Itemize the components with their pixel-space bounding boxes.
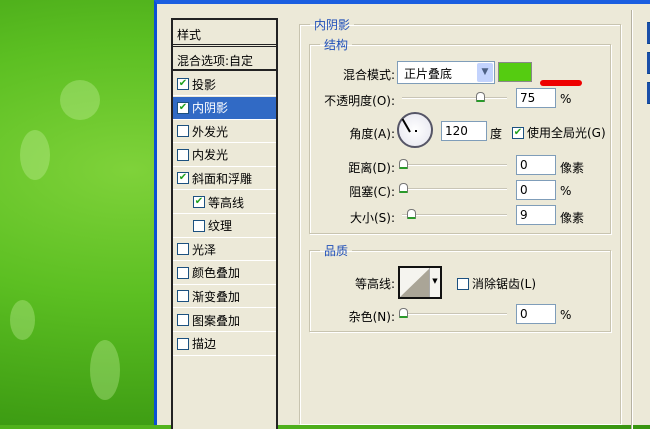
choke-label: 阻塞(C):	[349, 185, 395, 199]
style-item-label: 等高线	[208, 195, 245, 210]
anti-alias-label: 消除锯齿(L)	[472, 277, 537, 291]
blend-mode-select[interactable]: 正片叠底 ▼	[397, 61, 495, 84]
checkbox-icon[interactable]	[193, 219, 205, 232]
angle-input[interactable]: 120	[441, 121, 487, 141]
blend-mode-label: 混合模式:	[342, 68, 395, 82]
structure-title: 结构	[324, 38, 349, 52]
styles-header[interactable]: 样式	[173, 20, 276, 47]
distance-unit: 像素	[560, 161, 585, 175]
style-item[interactable]: 纹理	[173, 215, 276, 238]
checkbox-icon[interactable]: ✔	[193, 196, 205, 208]
choke-slider[interactable]	[399, 183, 507, 193]
style-item-label: 内发光	[192, 148, 229, 163]
style-item-label: 描边	[192, 337, 217, 352]
checkbox-icon[interactable]: ✔	[177, 172, 189, 185]
style-item-label: 内阴影	[192, 101, 229, 116]
quality-title: 品质	[324, 244, 349, 258]
shadow-color-swatch[interactable]	[498, 62, 532, 82]
distance-slider-thumb[interactable]	[399, 159, 408, 169]
angle-label: 角度(A):	[349, 127, 395, 141]
size-label: 大小(S):	[349, 211, 395, 225]
style-item[interactable]: 内发光	[173, 144, 276, 167]
distance-slider[interactable]	[399, 159, 507, 169]
style-item[interactable]: 颜色叠加	[173, 262, 276, 285]
style-item-label: 纹理	[208, 219, 233, 234]
size-unit: 像素	[560, 211, 585, 225]
size-slider-thumb[interactable]	[407, 209, 416, 219]
opacity-label: 不透明度(O):	[324, 94, 395, 108]
size-input[interactable]: 9	[516, 205, 556, 225]
style-item[interactable]: 图案叠加	[173, 309, 276, 332]
opacity-input[interactable]: 75	[516, 88, 556, 108]
choke-input[interactable]: 0	[516, 180, 556, 200]
noise-label: 杂色(N):	[348, 310, 395, 324]
style-item[interactable]: ✔ 等高线	[173, 191, 276, 214]
noise-slider-thumb[interactable]	[399, 308, 408, 318]
style-item-label: 颜色叠加	[192, 266, 241, 281]
style-item[interactable]: ✔ 内阴影	[173, 96, 276, 120]
contour-preview-icon	[400, 268, 430, 297]
opacity-slider-thumb[interactable]	[475, 92, 485, 102]
blend-mode-value: 正片叠底	[404, 67, 453, 81]
chevron-down-icon: ▼	[429, 268, 440, 297]
style-item[interactable]: 外发光	[173, 120, 276, 144]
style-item-label: 渐变叠加	[192, 289, 241, 304]
style-item[interactable]: ✔ 投影	[173, 73, 276, 96]
checkbox-icon: ✔	[512, 126, 524, 139]
choke-unit: %	[560, 184, 572, 198]
checkbox-icon[interactable]	[177, 243, 189, 256]
checkbox-icon[interactable]	[177, 148, 189, 161]
style-item[interactable]: ✔ 斜面和浮雕	[173, 167, 276, 191]
global-light-label: 使用全局光(G)	[527, 126, 606, 140]
contour-label: 等高线:	[354, 277, 395, 291]
checkbox-icon[interactable]: ✔	[177, 78, 189, 90]
size-slider[interactable]	[402, 209, 507, 219]
divider	[631, 10, 633, 429]
anti-alias-checkbox[interactable]: 消除锯齿(L)	[457, 275, 536, 292]
style-item-label: 投影	[192, 77, 217, 92]
checkbox-icon[interactable]	[177, 337, 189, 350]
distance-label: 距离(D):	[348, 161, 395, 175]
noise-unit: %	[560, 308, 572, 322]
checkbox-icon[interactable]	[177, 125, 189, 138]
noise-input[interactable]: 0	[516, 304, 556, 324]
checkbox-icon	[457, 277, 469, 290]
style-item[interactable]: 光泽	[173, 238, 276, 262]
style-item[interactable]: 渐变叠加	[173, 285, 276, 309]
choke-slider-thumb[interactable]	[399, 183, 408, 193]
style-item-label: 斜面和浮雕	[192, 171, 253, 186]
annotation-mark	[540, 80, 582, 86]
checkbox-icon[interactable]: ✔	[177, 101, 189, 114]
blend-options-item[interactable]: 混合选项:自定	[173, 49, 276, 71]
opacity-unit: %	[560, 92, 572, 106]
chevron-down-icon: ▼	[477, 63, 493, 82]
layer-style-dialog: 样式 混合选项:自定 ✔ 投影 ✔ 内阴影 外发光 内发光 ✔ 斜面和浮雕 ✔ 等高线 纹理 光泽 颜色…	[154, 0, 650, 429]
checkbox-icon[interactable]	[177, 266, 189, 279]
style-item-label: 图案叠加	[192, 313, 241, 328]
angle-dial[interactable]	[397, 112, 433, 148]
checkbox-icon[interactable]	[177, 314, 189, 326]
global-light-checkbox[interactable]: ✔ 使用全局光(G)	[512, 124, 606, 141]
checkbox-icon[interactable]	[177, 290, 189, 303]
contour-picker[interactable]: ▼	[398, 266, 442, 299]
style-item[interactable]: 描边	[173, 333, 276, 356]
angle-unit: 度	[490, 127, 503, 141]
distance-input[interactable]: 0	[516, 155, 556, 175]
styles-list: 样式 混合选项:自定 ✔ 投影 ✔ 内阴影 外发光 内发光 ✔ 斜面和浮雕 ✔ 等高线 纹理 光泽 颜色…	[171, 18, 278, 429]
noise-slider[interactable]	[399, 308, 507, 318]
inner-shadow-title: 内阴影	[314, 18, 351, 32]
opacity-slider[interactable]	[402, 92, 507, 102]
style-item-label: 光泽	[192, 242, 217, 257]
style-item-label: 外发光	[192, 124, 229, 139]
